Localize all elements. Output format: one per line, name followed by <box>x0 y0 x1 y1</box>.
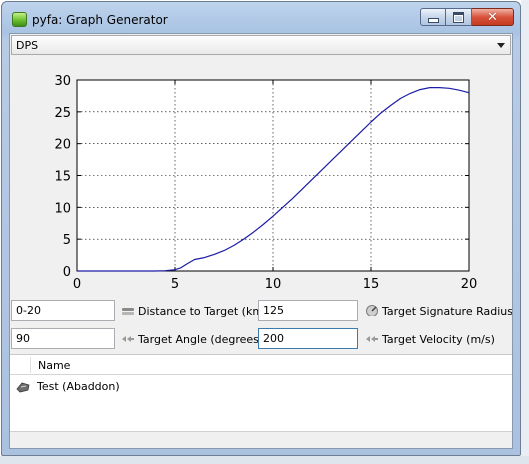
y-tick-label: 5 <box>63 233 71 248</box>
y-tick-label: 0 <box>63 265 71 280</box>
x-tick-label: 10 <box>265 277 282 292</box>
column-header-name[interactable]: Name <box>38 359 70 372</box>
column-divider <box>30 357 31 373</box>
signature-radius-label: Target Signature Radius (m) <box>382 305 513 318</box>
graph-generator-window: pyfa: Graph Generator ✕ DPS 0 5 10 15 20 0 5 10… <box>1 1 521 456</box>
chevron-down-icon <box>497 43 505 48</box>
x-tick-label: 5 <box>171 277 179 292</box>
y-tick-label: 10 <box>54 201 71 216</box>
y-tick-label: 25 <box>54 106 71 121</box>
fit-list-header: Name <box>10 355 512 375</box>
distance-input[interactable]: 0-20 <box>11 300 115 321</box>
angle-icon <box>122 336 134 342</box>
title-bar[interactable]: pyfa: Graph Generator ✕ <box>2 2 520 34</box>
signature-radius-input[interactable]: 125 <box>258 300 358 321</box>
graph-parameters: 0-20 Distance to Target (km) 125 Target … <box>10 296 512 354</box>
angle-input[interactable]: 90 <box>11 328 115 349</box>
y-tick-label: 30 <box>54 74 71 89</box>
x-tick-label: 20 <box>461 277 478 292</box>
minimize-button[interactable] <box>420 8 446 26</box>
graph-type-select[interactable]: DPS <box>11 35 511 55</box>
window-controls: ✕ <box>420 8 514 28</box>
distance-icon <box>122 308 134 315</box>
dps-chart: 0 5 10 15 20 0 5 10 15 20 25 30 <box>10 56 512 296</box>
velocity-icon <box>366 336 378 342</box>
graph-plot: 0 5 10 15 20 0 5 10 15 20 25 30 <box>10 56 512 296</box>
maximize-icon <box>453 11 464 23</box>
pyfa-app-icon <box>12 12 27 27</box>
graph-type-value: DPS <box>16 39 39 52</box>
list-item[interactable]: Test (Abaddon) <box>10 377 512 397</box>
velocity-label: Target Velocity (m/s) <box>382 333 495 346</box>
close-button[interactable]: ✕ <box>472 8 514 26</box>
angle-label: Target Angle (degrees) <box>138 333 264 346</box>
x-tick-label: 0 <box>73 277 81 292</box>
distance-label: Distance to Target (km) <box>138 305 268 318</box>
x-tick-label: 15 <box>363 277 380 292</box>
minimize-icon <box>427 17 439 23</box>
window-title: pyfa: Graph Generator <box>32 13 168 27</box>
fit-list: Name Test (Abaddon) <box>10 354 512 435</box>
y-tick-label: 15 <box>54 170 71 185</box>
fit-name: Test (Abaddon) <box>37 380 120 393</box>
close-icon: ✕ <box>487 9 498 25</box>
desktop-edge-bottom <box>0 456 529 464</box>
desktop-edge <box>521 0 529 464</box>
signature-radius-icon <box>366 305 378 316</box>
velocity-input[interactable]: 200 <box>258 328 358 349</box>
maximize-button[interactable] <box>446 8 472 26</box>
y-tick-label: 20 <box>54 138 71 153</box>
window-content: DPS 0 5 10 15 20 0 5 10 15 20 25 30 0-20 Distance t… <box>9 33 513 449</box>
ship-icon <box>16 382 30 393</box>
status-bar <box>10 431 512 448</box>
